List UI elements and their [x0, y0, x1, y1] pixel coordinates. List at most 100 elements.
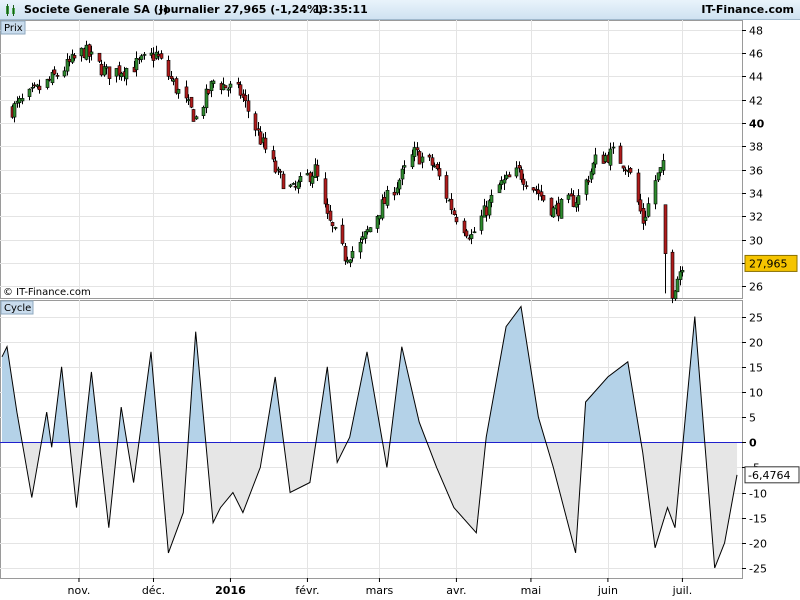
cycle-ytick-label: -15	[749, 513, 767, 526]
price-ytick-label: 36	[749, 165, 763, 178]
instrument-name: Societe Generale SA (-)	[24, 3, 169, 16]
cycle-last-value-label: -6,4764	[748, 469, 790, 482]
candle-body	[519, 169, 524, 180]
candle-body	[427, 154, 432, 158]
candle-body	[487, 200, 492, 216]
candle-body	[236, 81, 241, 85]
candle-body	[586, 180, 591, 183]
candle-body	[489, 194, 494, 203]
candle-body	[618, 145, 623, 164]
candle-body	[360, 236, 365, 240]
candle-body	[514, 167, 519, 177]
candle-body	[55, 75, 60, 77]
price-ytick-label: 42	[749, 95, 763, 108]
candle-body	[62, 70, 67, 77]
candle-body	[377, 215, 382, 220]
candle-body	[228, 83, 233, 88]
candle-body	[365, 229, 370, 233]
price-ytick-label: 48	[749, 25, 763, 38]
price-panel-frame	[0, 20, 743, 299]
candle-body	[417, 151, 422, 165]
candle-body	[556, 202, 561, 217]
candle-body	[79, 47, 84, 57]
candle-body	[484, 206, 489, 216]
brand-label: IT-Finance.com	[701, 3, 794, 16]
price-ytick-label: 30	[749, 235, 763, 248]
cycle-ytick-label: 0	[749, 437, 757, 450]
candlestick-logo-icon	[6, 4, 15, 16]
candle-body	[430, 157, 435, 166]
candle-body	[52, 69, 57, 75]
candle-body	[87, 44, 92, 57]
candle-down	[636, 168, 641, 205]
candle-body	[291, 183, 296, 185]
candle-body	[273, 160, 278, 173]
price-last-value-label: 27,965	[749, 257, 788, 270]
candle-down	[281, 171, 286, 190]
candle-body	[571, 195, 576, 207]
candle-body	[119, 72, 124, 78]
candle-body	[638, 199, 643, 212]
candle-body	[104, 66, 109, 69]
candle-body	[524, 185, 529, 187]
candle-body	[536, 189, 541, 194]
candle-body	[17, 98, 22, 104]
candle-body	[611, 146, 616, 149]
candle-body	[566, 194, 571, 200]
candle-body	[479, 215, 484, 231]
candle-down	[191, 108, 196, 122]
candle-down	[670, 249, 675, 304]
candle-body	[32, 84, 37, 87]
x-tick-label: 2016	[215, 584, 246, 597]
candle-body	[449, 198, 454, 211]
candle-up	[653, 175, 658, 210]
candle-body	[263, 137, 268, 150]
candle-body	[97, 52, 102, 62]
candle-body	[559, 198, 564, 219]
cycle-ytick-label: -20	[749, 538, 767, 551]
title-bar: Societe Generale SA (-) Journalier 27,96…	[0, 0, 800, 20]
candle-body	[296, 181, 301, 189]
candle-up	[551, 205, 556, 218]
candle-body	[201, 107, 206, 117]
cycle-panel-label: Cycle	[0, 300, 34, 315]
candle-body	[646, 203, 651, 217]
candle-body	[551, 207, 556, 218]
candle-body	[636, 172, 641, 203]
candle-body	[603, 155, 608, 162]
x-tick-label: févr.	[295, 584, 319, 597]
candle-body	[330, 222, 335, 227]
candle-body	[271, 150, 276, 160]
candle-body	[323, 178, 328, 205]
candle-body	[156, 53, 161, 57]
candle-body	[454, 216, 459, 223]
candle-body	[114, 68, 119, 77]
candle-body	[670, 251, 675, 299]
cycle-ytick-label: 10	[749, 387, 763, 400]
candle-body	[37, 85, 42, 91]
candle-body	[502, 179, 507, 184]
candle-body	[27, 88, 32, 97]
candle-body	[623, 169, 628, 172]
candle-body	[47, 78, 52, 81]
candle-body	[226, 88, 231, 91]
candle-body	[658, 167, 663, 173]
candle-body	[593, 154, 598, 165]
candle-body	[256, 128, 261, 131]
candle-body	[663, 204, 668, 254]
x-tick-label: déc.	[142, 584, 165, 597]
candle-body	[139, 55, 144, 60]
candle-body	[363, 231, 368, 239]
candle-body	[293, 185, 298, 188]
candle-body	[211, 80, 216, 84]
candle-body	[223, 85, 228, 89]
candle-body	[472, 231, 477, 234]
candle-body	[680, 270, 685, 273]
candle-body	[142, 54, 147, 56]
candle-body	[67, 58, 72, 62]
candle-body	[656, 172, 661, 181]
candle-body	[191, 109, 196, 122]
candle-body	[358, 241, 363, 253]
candle-body	[176, 89, 181, 94]
candle-body	[385, 190, 390, 206]
